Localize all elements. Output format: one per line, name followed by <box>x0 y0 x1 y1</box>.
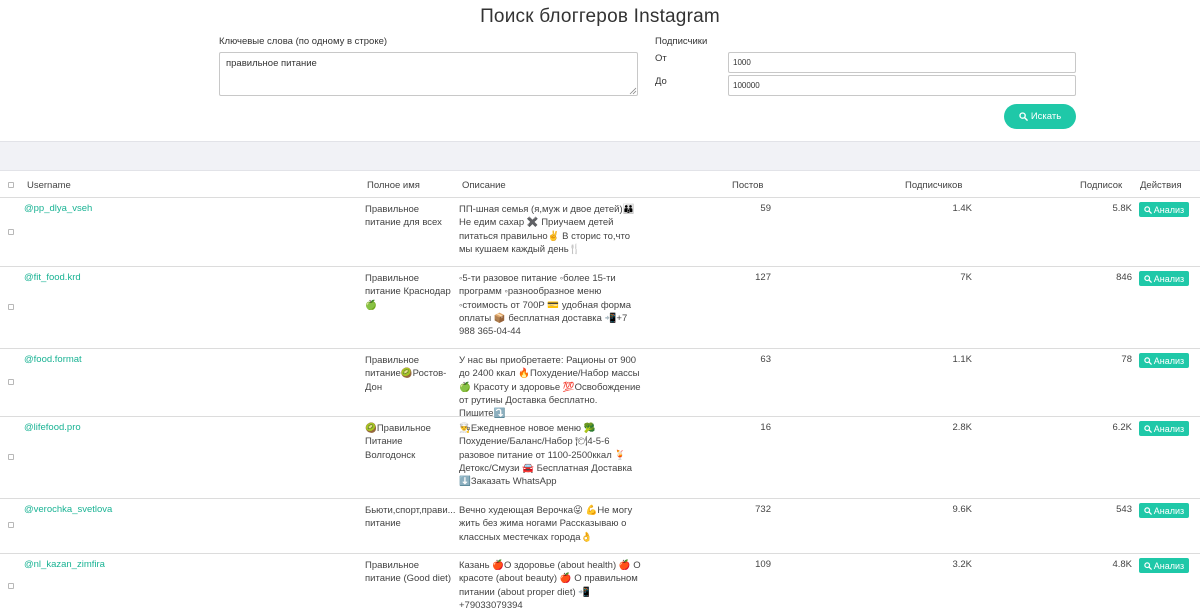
username-link[interactable]: @pp_dlya_vseh <box>24 203 92 214</box>
resize-grip-icon[interactable] <box>628 86 637 95</box>
subscribers-label: Подписчики <box>655 36 708 47</box>
description-cell: У нас вы приобретаете: Рационы от 900 до… <box>459 355 641 420</box>
posts-cell: 63 <box>760 354 771 365</box>
following-cell: 78 <box>1121 354 1132 365</box>
following-cell: 846 <box>1116 272 1132 283</box>
username-link[interactable]: @verochka_svetlova <box>24 504 112 515</box>
following-cell: 4.8K <box>1112 559 1132 570</box>
username-link[interactable]: @nl_kazan_zimfira <box>24 559 105 570</box>
row-checkbox[interactable] <box>8 379 14 385</box>
row-checkbox[interactable] <box>8 522 14 528</box>
analyze-button-label: Анализ <box>1153 560 1185 571</box>
following-cell: 6.2K <box>1112 422 1132 433</box>
table-row: @food.format Правильное питание🥝Ростов-Д… <box>0 349 1200 420</box>
column-header-actions: Действия <box>1140 180 1182 191</box>
row-checkbox[interactable] <box>8 229 14 235</box>
column-header-description[interactable]: Описание <box>462 180 506 191</box>
search-icon <box>1144 561 1152 570</box>
search-icon <box>1144 205 1152 214</box>
table-row: @pp_dlya_vseh Правильное питание для все… <box>0 198 1200 267</box>
column-header-fullname[interactable]: Полное имя <box>367 180 420 191</box>
fullname-cell: Правильное питание (Good diet) <box>365 560 451 585</box>
analyze-button-label: Анализ <box>1153 355 1185 366</box>
column-header-following[interactable]: Подписок <box>1080 180 1122 191</box>
row-checkbox[interactable] <box>8 304 14 310</box>
analyze-button[interactable]: Анализ <box>1139 503 1189 518</box>
followers-cell: 9.6K <box>952 504 972 515</box>
analyze-button-label: Анализ <box>1153 505 1185 516</box>
analyze-button[interactable]: Анализ <box>1139 353 1189 368</box>
table-row: @verochka_svetlova Бьюти,спорт,прави... … <box>0 499 1200 554</box>
subscribers-to-input[interactable] <box>728 75 1076 96</box>
keywords-label: Ключевые слова (по одному в строке) <box>219 36 388 47</box>
table-row: @lifefood.pro 🥝Правильное Питание Волгод… <box>0 417 1200 499</box>
column-header-followers[interactable]: Подписчиков <box>905 180 962 191</box>
description-cell: ◦5-ти разовое питание ◦более 15-ти прогр… <box>459 273 632 338</box>
from-label: От <box>655 53 667 64</box>
description-cell: Казань 🍎О здоровье (about health) 🍎 О кр… <box>459 560 641 611</box>
table-row: @fit_food.krd Правильное питание Краснод… <box>0 267 1200 349</box>
following-cell: 543 <box>1116 504 1132 515</box>
fullname-cell: Правильное питание🥝Ростов-Дон <box>365 355 447 393</box>
analyze-button[interactable]: Анализ <box>1139 271 1189 286</box>
fullname-line: Бьюти,спорт,прави... <box>365 505 455 516</box>
fullname-cell: 🥝Правильное Питание Волгодонск <box>365 423 431 461</box>
table-row: @nl_kazan_zimfira Правильное питание (Go… <box>0 554 1200 616</box>
fullname-line: питание <box>365 518 401 530</box>
analyze-button[interactable]: Анализ <box>1139 202 1189 217</box>
username-link[interactable]: @lifefood.pro <box>24 422 81 433</box>
keywords-textarea[interactable]: правильное питание <box>219 52 638 96</box>
search-icon <box>1144 356 1152 365</box>
analyze-button-label: Анализ <box>1153 273 1185 284</box>
posts-cell: 59 <box>760 203 771 214</box>
posts-cell: 109 <box>755 559 771 570</box>
row-checkbox[interactable] <box>8 583 14 589</box>
followers-cell: 2.8K <box>952 422 972 433</box>
posts-cell: 127 <box>755 272 771 283</box>
select-all-checkbox[interactable] <box>8 182 14 188</box>
analyze-button-label: Анализ <box>1153 204 1185 215</box>
followers-cell: 1.4K <box>952 203 972 214</box>
fullname-cell: Правильное питание для всех <box>365 204 442 229</box>
followers-cell: 7K <box>960 272 972 283</box>
column-header-username[interactable]: Username <box>27 180 71 191</box>
description-cell: ПП-шная семья (я,муж и двое детей)👪 Не е… <box>459 204 635 255</box>
posts-cell: 732 <box>755 504 771 515</box>
followers-cell: 1.1K <box>952 354 972 365</box>
fullname-cell: Правильное питание Краснодар 🍏 <box>365 273 451 311</box>
row-checkbox[interactable] <box>8 454 14 460</box>
fullname-cell: Бьюти,спорт,прави... питание <box>365 504 455 531</box>
search-icon <box>1019 112 1028 121</box>
posts-cell: 16 <box>760 422 771 433</box>
subscribers-from-input[interactable] <box>728 52 1076 73</box>
description-cell: 👨‍🍳Ежедневное новое меню 🥦Похудение/Бала… <box>459 423 633 488</box>
analyze-button-label: Анализ <box>1153 423 1185 434</box>
search-icon <box>1144 506 1152 515</box>
description-cell: Вечно худеющая Верочка😜 💪Не могу жить бе… <box>459 505 633 543</box>
followers-cell: 3.2K <box>952 559 972 570</box>
username-link[interactable]: @food.format <box>24 354 82 365</box>
search-button-label: Искать <box>1030 111 1062 122</box>
following-cell: 5.8K <box>1112 203 1132 214</box>
table-header: Username Полное имя Описание Постов Подп… <box>0 171 1200 198</box>
table-toolbar <box>0 141 1200 171</box>
search-icon <box>1144 274 1152 283</box>
analyze-button[interactable]: Анализ <box>1139 558 1189 573</box>
username-link[interactable]: @fit_food.krd <box>24 272 81 283</box>
page-title: Поиск блоггеров Instagram <box>480 6 720 27</box>
to-label: До <box>655 76 667 87</box>
analyze-button[interactable]: Анализ <box>1139 421 1189 436</box>
search-icon <box>1144 424 1152 433</box>
column-header-posts[interactable]: Постов <box>732 180 763 191</box>
search-button[interactable]: Искать <box>1004 104 1076 129</box>
